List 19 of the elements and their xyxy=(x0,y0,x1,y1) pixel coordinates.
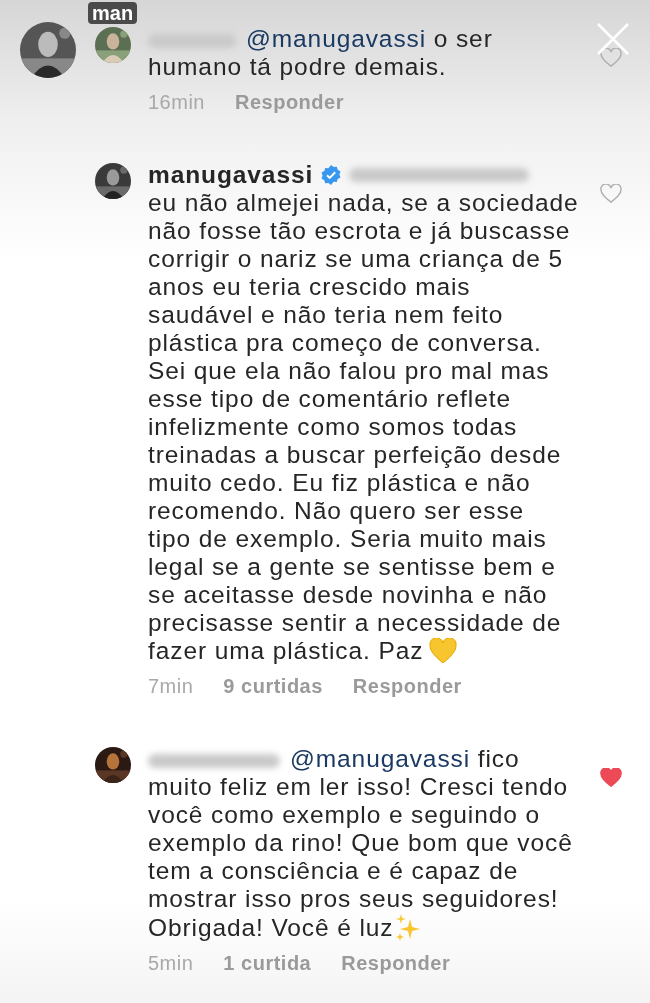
close-button[interactable] xyxy=(596,22,630,56)
story-username: man xyxy=(88,2,138,24)
comment-text: @manugavassi o ser humano tá podre demais. xyxy=(148,25,494,81)
comment-text: eu não almejei nada, se a sociedade não fosse tão escrota e já buscasse corrigir o nariz se uma criança de 5 anos eu teria crescido mais saudável e não teria nem feito plástica pra começo de conversa. Sei que ela não falou pro mal mas esse tipo de comentário reflete infelizmente como somos todas treinadas a buscar perfeição desde muito cedo. Eu fiz plástica e não recomendo. Não quero ser esse tipo de exemplo. Seria muito mais legal se a gente se sentisse bem e se aceitasse desde novinha e não precisasse sentir a necessidade de fazer uma plástica. Paz xyxy=(148,189,580,665)
likes-link[interactable]: 1 curtida xyxy=(223,948,312,978)
like-button[interactable] xyxy=(600,768,622,788)
comment-time: 16min xyxy=(148,90,205,115)
mention-link[interactable]: @manugavassi xyxy=(246,25,427,52)
reply-link[interactable]: Responder xyxy=(341,948,451,978)
like-button[interactable] xyxy=(600,48,622,68)
like-button[interactable] xyxy=(600,184,622,204)
comment-time: 7min xyxy=(148,674,194,699)
mention-link[interactable]: @manugavassi xyxy=(290,745,471,772)
comment-time: 5min xyxy=(148,951,194,976)
comment-text: @manugavassi fico muito feliz em ler isso! Cresci tendo você como exemplo e seguindo o exemplo da rino! Que bom que você tem a consciência e é capaz de mostrar isso pros seus seguidores! Obrigada! Você é luz xyxy=(148,745,574,942)
username[interactable]: manugavassi xyxy=(148,161,314,189)
likes-link[interactable]: 9 curtidas xyxy=(223,671,323,701)
reply-link[interactable]: Responder xyxy=(352,671,462,701)
reply-link[interactable]: Responder xyxy=(235,87,344,117)
